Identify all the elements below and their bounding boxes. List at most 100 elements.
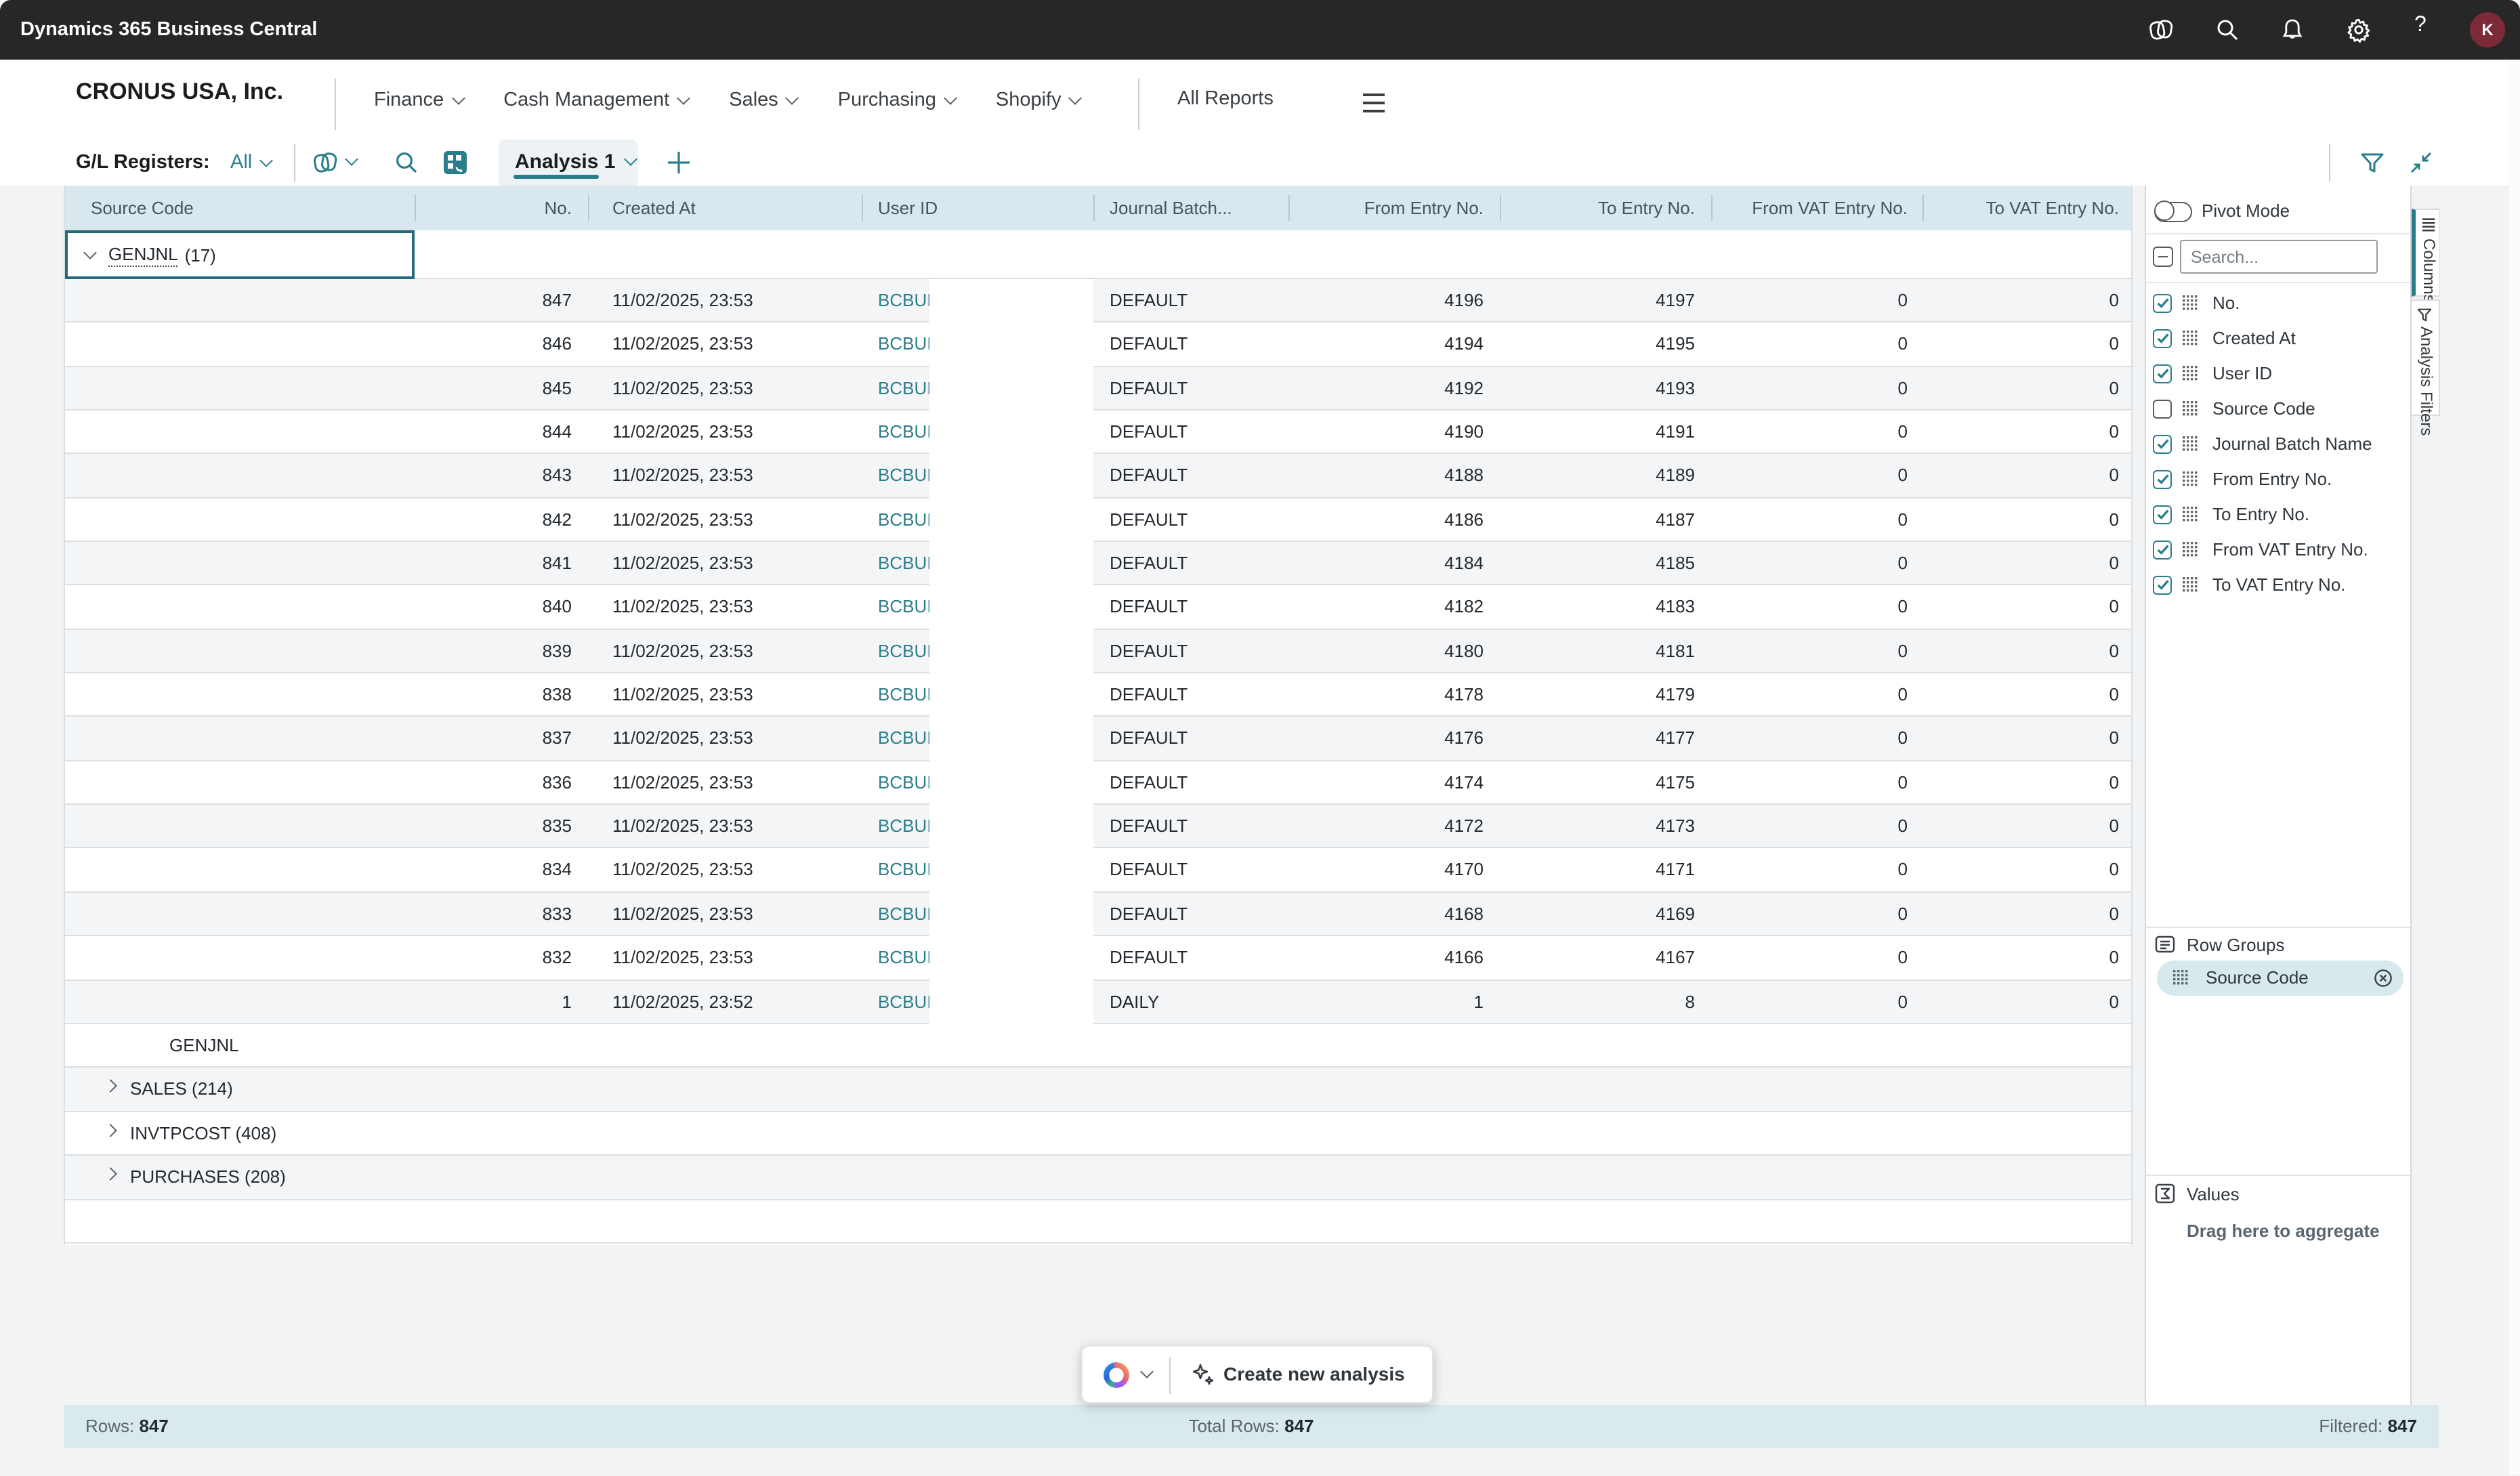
group-header-row[interactable]: GENJNL(17) bbox=[65, 230, 2131, 279]
table-row[interactable]: 84411/02/2025, 23:53BCBUILDEFAULT4190419… bbox=[65, 410, 2131, 455]
copilot-icon[interactable] bbox=[2147, 16, 2175, 43]
col-header-to-entry[interactable]: To Entry No. bbox=[1500, 186, 1695, 230]
checkbox-checked[interactable] bbox=[2153, 540, 2172, 559]
table-row[interactable]: 84711/02/2025, 23:53BCBUILDEFAULT4196419… bbox=[65, 279, 2131, 323]
checkbox-checked[interactable] bbox=[2153, 469, 2172, 488]
column-toggle-item[interactable]: Journal Batch Name bbox=[2146, 427, 2410, 462]
help-icon[interactable]: ? bbox=[2414, 14, 2427, 38]
collapsed-group-row[interactable]: INVTPCOST (408) bbox=[65, 1112, 2131, 1156]
pivot-mode-toggle[interactable] bbox=[2154, 202, 2192, 222]
company-name[interactable]: CRONUS USA, Inc. bbox=[76, 79, 283, 106]
search-icon[interactable] bbox=[2214, 16, 2241, 43]
checkbox-unchecked[interactable] bbox=[2153, 399, 2172, 418]
collapse-icon[interactable] bbox=[2408, 149, 2435, 176]
notifications-icon[interactable] bbox=[2279, 16, 2306, 43]
table-row[interactable]: 83711/02/2025, 23:53BCBUILDEFAULT4176417… bbox=[65, 717, 2131, 761]
col-header-to-vat[interactable]: To VAT Entry No. bbox=[1923, 186, 2119, 230]
chevron-down-icon[interactable] bbox=[1140, 1365, 1154, 1378]
chevron-right-icon[interactable] bbox=[104, 1168, 117, 1181]
column-toggle-item[interactable]: From VAT Entry No. bbox=[2146, 532, 2410, 568]
cell-journal-batch: DEFAULT bbox=[1110, 366, 1188, 409]
checkbox-checked[interactable] bbox=[2153, 364, 2172, 383]
chevron-right-icon[interactable] bbox=[104, 1080, 117, 1093]
column-toggle-item[interactable]: User ID bbox=[2146, 356, 2410, 392]
filter-icon[interactable] bbox=[2359, 149, 2386, 176]
table-row[interactable]: 84611/02/2025, 23:53BCBUILDEFAULT4194419… bbox=[65, 323, 2131, 367]
nav-item-shopify[interactable]: Shopify bbox=[996, 89, 1080, 110]
nav-item-all-reports[interactable]: All Reports bbox=[1177, 60, 1274, 140]
copilot-icon[interactable] bbox=[312, 149, 339, 176]
cell-to-entry: 8 bbox=[1500, 980, 1695, 1023]
scope-dropdown[interactable]: All bbox=[230, 140, 271, 186]
column-toggle-item[interactable]: From Entry No. bbox=[2146, 462, 2410, 497]
search-icon[interactable] bbox=[393, 149, 420, 176]
table-row[interactable]: 111/02/2025, 23:52BCBUILDAILY1800 bbox=[65, 980, 2131, 1024]
cell-no: 841 bbox=[415, 542, 572, 585]
checkbox-checked[interactable] bbox=[2153, 575, 2172, 594]
nav-item-sales[interactable]: Sales bbox=[729, 89, 797, 110]
table-row[interactable]: 83811/02/2025, 23:53BCBUILDEFAULT4178417… bbox=[65, 673, 2131, 717]
tab-columns[interactable]: Columns bbox=[2412, 209, 2440, 297]
table-row[interactable]: 84311/02/2025, 23:53BCBUILDEFAULT4188418… bbox=[65, 455, 2131, 499]
nav-item-purchasing[interactable]: Purchasing bbox=[838, 89, 955, 110]
collapsed-group-row[interactable]: SALES (214) bbox=[65, 1068, 2131, 1112]
table-row[interactable]: 83911/02/2025, 23:53BCBUILDEFAULT4180418… bbox=[65, 630, 2131, 674]
selected-group-cell[interactable]: GENJNL(17) bbox=[65, 230, 415, 279]
col-header-no[interactable]: No. bbox=[415, 186, 572, 230]
checkbox-checked[interactable] bbox=[2153, 293, 2172, 312]
table-row[interactable]: 84111/02/2025, 23:53BCBUILDEFAULT4184418… bbox=[65, 542, 2131, 586]
row-group-pill-source-code[interactable]: Source Code bbox=[2157, 961, 2403, 996]
table-row[interactable]: 83511/02/2025, 23:53BCBUILDEFAULT4172417… bbox=[65, 805, 2131, 849]
avatar[interactable]: K bbox=[2470, 12, 2505, 47]
drag-handle-icon[interactable] bbox=[2183, 542, 2198, 558]
col-header-journal-batch[interactable]: Journal Batch... bbox=[1110, 186, 1232, 230]
drag-handle-icon[interactable] bbox=[2183, 507, 2198, 523]
nav-item-finance[interactable]: Finance bbox=[374, 89, 463, 110]
table-row[interactable]: 83611/02/2025, 23:53BCBUILDEFAULT4174417… bbox=[65, 761, 2131, 805]
cell-journal-batch: DEFAULT bbox=[1110, 761, 1188, 804]
table-row[interactable]: 83211/02/2025, 23:53BCBUILDEFAULT4166416… bbox=[65, 936, 2131, 980]
table-row[interactable]: 84211/02/2025, 23:53BCBUILDEFAULT4186418… bbox=[65, 498, 2131, 542]
drag-handle-icon[interactable] bbox=[2183, 577, 2198, 593]
drag-handle-icon[interactable] bbox=[2173, 970, 2188, 986]
drag-handle-icon[interactable] bbox=[2183, 471, 2198, 488]
copilot-logo-icon[interactable] bbox=[1103, 1361, 1130, 1388]
table-row[interactable]: 84511/02/2025, 23:53BCBUILDEFAULT4192419… bbox=[65, 366, 2131, 410]
table-row[interactable]: 84011/02/2025, 23:53BCBUILDEFAULT4182418… bbox=[65, 586, 2131, 630]
drag-handle-icon[interactable] bbox=[2183, 366, 2198, 382]
add-analysis-tab-icon[interactable] bbox=[665, 149, 692, 176]
analysis-data-icon[interactable] bbox=[442, 149, 469, 176]
column-search-input[interactable] bbox=[2180, 240, 2378, 274]
col-header-created-at[interactable]: Created At bbox=[612, 186, 696, 230]
col-header-source-code[interactable]: Source Code bbox=[91, 186, 194, 230]
column-toggle-item[interactable]: No. bbox=[2146, 286, 2410, 321]
column-toggle-item[interactable]: To VAT Entry No. bbox=[2146, 568, 2410, 603]
checkbox-checked[interactable] bbox=[2153, 505, 2172, 524]
cell-from-entry: 4178 bbox=[1288, 673, 1484, 716]
col-header-from-vat[interactable]: From VAT Entry No. bbox=[1711, 186, 1908, 230]
menu-icon[interactable] bbox=[1363, 93, 1385, 112]
cell-to-vat: 0 bbox=[1923, 893, 2119, 935]
column-toggle-item[interactable]: To Entry No. bbox=[2146, 497, 2410, 532]
checkbox-checked[interactable] bbox=[2153, 434, 2172, 453]
collapsed-group-row[interactable]: PURCHASES (208) bbox=[65, 1156, 2131, 1200]
drag-handle-icon[interactable] bbox=[2183, 401, 2198, 417]
settings-icon[interactable] bbox=[2345, 16, 2372, 43]
drag-handle-icon[interactable] bbox=[2183, 436, 2198, 452]
tab-analysis-filters[interactable]: Analysis Filters bbox=[2412, 299, 2440, 416]
collapse-all-checkbox[interactable] bbox=[2153, 247, 2173, 267]
drag-handle-icon[interactable] bbox=[2183, 331, 2198, 347]
column-toggle-item[interactable]: Created At bbox=[2146, 321, 2410, 356]
col-header-from-entry[interactable]: From Entry No. bbox=[1288, 186, 1484, 230]
table-row[interactable]: 83311/02/2025, 23:53BCBUILDEFAULT4168416… bbox=[65, 893, 2131, 937]
col-header-user-id[interactable]: User ID bbox=[878, 186, 938, 230]
chevron-right-icon[interactable] bbox=[104, 1124, 117, 1137]
remove-icon[interactable] bbox=[2374, 969, 2393, 988]
table-row[interactable]: 83411/02/2025, 23:53BCBUILDEFAULT4170417… bbox=[65, 849, 2131, 893]
scrollbar[interactable] bbox=[2509, 60, 2520, 1475]
drag-handle-icon[interactable] bbox=[2183, 295, 2198, 312]
nav-item-cash-management[interactable]: Cash Management bbox=[503, 89, 688, 110]
checkbox-checked[interactable] bbox=[2153, 329, 2172, 347]
create-new-analysis-button[interactable]: Create new analysis bbox=[1223, 1347, 1405, 1402]
column-toggle-item[interactable]: Source Code bbox=[2146, 392, 2410, 427]
